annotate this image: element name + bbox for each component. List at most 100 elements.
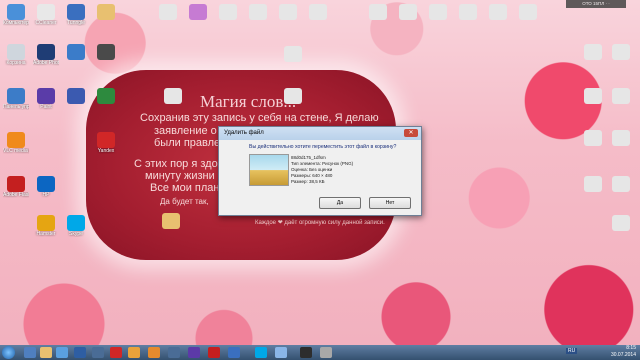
start-button[interactable] — [2, 346, 15, 359]
file-icon — [584, 88, 602, 104]
dialog-titlebar: Удалить файл ✕ — [219, 127, 421, 140]
desktop-icon[interactable] — [580, 130, 606, 146]
file-icon — [612, 215, 630, 231]
desktop-icon-recycle-bin[interactable]: Корзина — [3, 44, 29, 66]
language-indicator[interactable]: RU — [566, 348, 578, 354]
desktop-icon[interactable] — [425, 4, 451, 20]
app-icon[interactable] — [320, 347, 332, 358]
desktop-icon[interactable] — [280, 88, 306, 104]
file-thumbnail — [249, 154, 289, 186]
desktop-icon-hp[interactable]: HP — [33, 176, 59, 198]
folder-icon — [97, 4, 115, 20]
close-button[interactable]: ✕ — [404, 129, 418, 137]
desktop-icon-photoshop[interactable]: Adobe Photoshop — [33, 44, 59, 66]
recording-tooltip: ОТО 15ПЛ · · — [566, 0, 626, 8]
desktop-icon-yandex[interactable]: Yandex — [93, 132, 119, 154]
paint-icon — [37, 88, 55, 104]
file-icon — [459, 4, 477, 20]
file-icon — [284, 88, 302, 104]
app-icon — [97, 88, 115, 104]
desktop-icon[interactable] — [365, 4, 391, 20]
explorer-icon[interactable] — [40, 347, 52, 358]
desktop-icon[interactable] — [63, 44, 89, 60]
desktop-icon[interactable] — [245, 4, 271, 20]
folder-icon — [162, 213, 180, 229]
delete-file-dialog: Удалить файл ✕ Вы действительно хотите п… — [218, 126, 422, 216]
desktop-icon[interactable] — [580, 88, 606, 104]
desktop-icon[interactable] — [280, 46, 306, 62]
desktop-icon[interactable] — [215, 4, 241, 20]
ccleaner-icon — [37, 4, 55, 20]
desktop-icon-control-panel[interactable]: Панель управления — [3, 88, 29, 110]
desktop-icon[interactable] — [158, 213, 184, 229]
file-icon — [284, 46, 302, 62]
desktop-icon-tunngle[interactable]: Tunngle — [63, 4, 89, 26]
desktop-icon[interactable] — [608, 88, 634, 104]
desktop-icon[interactable] — [305, 4, 331, 20]
hamster-icon — [37, 215, 55, 231]
file-icon — [612, 88, 630, 104]
desktop-icon-skype[interactable]: Skype — [63, 215, 89, 237]
clock[interactable]: 8:15 30.07.2014 — [611, 345, 636, 359]
taskbar: RU 8:15 30.07.2014 — [0, 345, 640, 360]
file-icon — [309, 4, 327, 20]
desktop-icon[interactable] — [395, 4, 421, 20]
desktop-icon[interactable] — [63, 88, 89, 104]
desktop-icon[interactable] — [485, 4, 511, 20]
app-icon — [97, 44, 115, 60]
desktop-icon[interactable] — [93, 4, 119, 20]
file-icon — [249, 4, 267, 20]
ie-icon[interactable] — [24, 347, 36, 358]
app-icon[interactable] — [228, 347, 240, 358]
desktop-icon-ccleaner[interactable]: CCleaner — [33, 4, 59, 26]
app-icon[interactable] — [74, 347, 86, 358]
desktop-icon[interactable] — [455, 4, 481, 20]
hp-icon — [37, 176, 55, 192]
recycle-bin-icon — [7, 44, 25, 60]
desktop-icon-flash[interactable]: Adobe Flash — [3, 176, 29, 198]
yandex-icon — [97, 132, 115, 148]
paint-icon[interactable] — [188, 347, 200, 358]
desktop-icon[interactable] — [580, 44, 606, 60]
yandex-icon[interactable] — [110, 347, 122, 358]
skype-icon[interactable] — [255, 347, 267, 358]
media-icon[interactable] — [56, 347, 68, 358]
yes-button[interactable]: Да — [319, 197, 361, 209]
file-icon — [519, 4, 537, 20]
tunngle-icon — [67, 4, 85, 20]
flash-icon — [7, 176, 25, 192]
app-icon[interactable] — [168, 347, 180, 358]
app-icon — [67, 44, 85, 60]
overlay-line: Все мои планы — [150, 182, 228, 194]
overlay-line: С этих пор я здо — [134, 158, 218, 170]
desktop-icon[interactable] — [608, 215, 634, 231]
app-icon[interactable] — [92, 347, 104, 358]
opera-icon[interactable] — [208, 347, 220, 358]
file-icon — [584, 44, 602, 60]
desktop-icon-hamster[interactable]: Hamster — [33, 215, 59, 237]
app-icon[interactable] — [275, 347, 287, 358]
desktop-icon[interactable] — [608, 176, 634, 192]
no-button[interactable]: Нет — [369, 197, 411, 209]
file-size: Размер: 38,5 КБ — [291, 179, 325, 184]
firefox-icon[interactable] — [148, 347, 160, 358]
desktop-icon[interactable] — [608, 130, 634, 146]
desktop-icon[interactable] — [185, 4, 211, 20]
desktop-icon[interactable] — [155, 4, 181, 20]
desktop-icon[interactable] — [275, 4, 301, 20]
app-icon[interactable] — [300, 347, 312, 358]
file-icon — [612, 176, 630, 192]
desktop-icon[interactable] — [608, 44, 634, 60]
dialog-title: Удалить файл — [224, 130, 264, 136]
desktop-icon[interactable] — [93, 88, 119, 104]
file-icon — [429, 4, 447, 20]
desktop-icon-computer[interactable]: Компьютер — [3, 4, 29, 26]
file-icon — [584, 130, 602, 146]
desktop-icon[interactable] — [93, 44, 119, 60]
desktop-icon-vlc[interactable]: VLC media player — [3, 132, 29, 154]
desktop-icon[interactable] — [515, 4, 541, 20]
desktop-icon[interactable] — [580, 176, 606, 192]
desktop-icon[interactable] — [160, 88, 186, 104]
chrome-icon[interactable] — [128, 347, 140, 358]
desktop-icon-paint[interactable]: Paint — [33, 88, 59, 110]
